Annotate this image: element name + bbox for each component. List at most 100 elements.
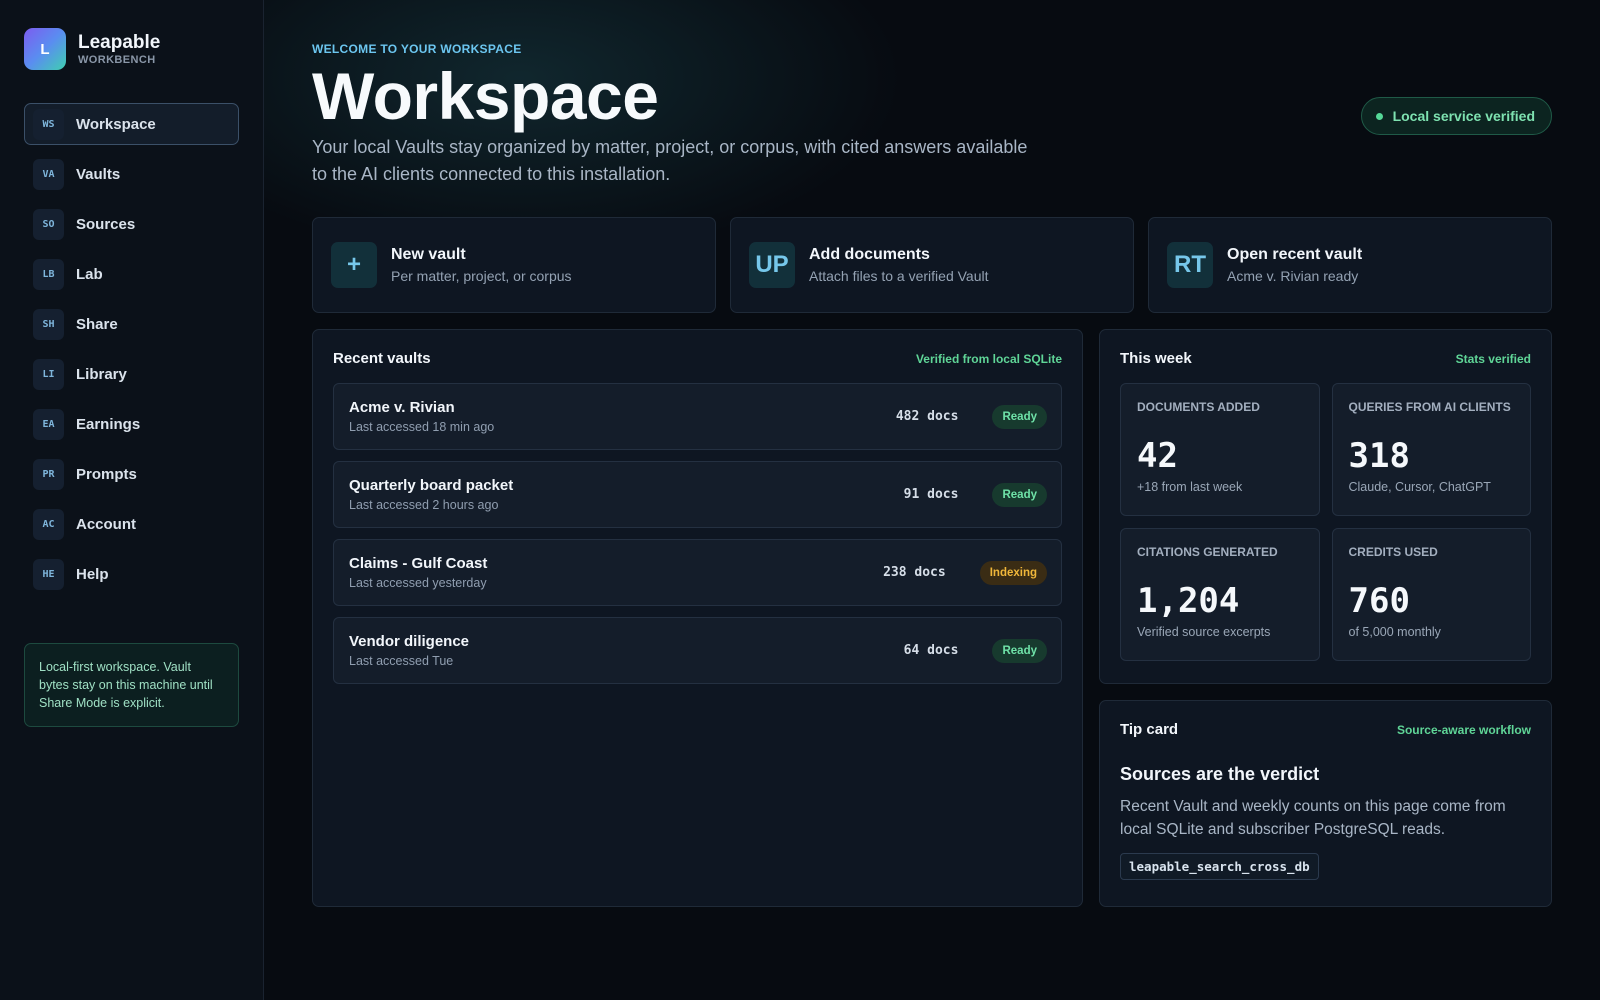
page-title: Workspace <box>312 59 659 133</box>
vault-name: Acme v. Rivian <box>349 399 455 416</box>
vault-name: Claims - Gulf Coast <box>349 555 488 572</box>
stat-documents-added: DOCUMENTS ADDED 42 +18 from last week <box>1120 383 1320 516</box>
stat-note: of 5,000 monthly <box>1348 625 1441 639</box>
sidebar-item-label: Earnings <box>76 415 141 433</box>
vault-row[interactable]: Acme v. Rivian Last accessed 18 min ago … <box>333 383 1062 450</box>
brand-subtitle: WORKBENCH <box>78 54 156 66</box>
vault-last-accessed: Last accessed 18 min ago <box>349 420 495 434</box>
brand[interactable]: L Leapable WORKBENCH <box>24 28 239 70</box>
stat-queries-from-ai-clients: QUERIES FROM AI CLIENTS 318 Claude, Curs… <box>1331 383 1531 516</box>
sidebar-item-account[interactable]: AC Account <box>24 503 239 545</box>
earnings-icon: EA <box>33 408 64 440</box>
weekly-stats-tag: Stats verified <box>1455 351 1531 366</box>
action-title: Add documents <box>809 246 930 263</box>
sidebar-item-label: Library <box>76 365 127 383</box>
stat-note: +18 from last week <box>1137 480 1243 494</box>
sources-icon: SO <box>33 208 64 240</box>
status-dot-icon <box>1375 112 1383 120</box>
status-badge: Ready <box>992 482 1047 507</box>
vault-row[interactable]: Quarterly board packet Last accessed 2 h… <box>333 461 1062 528</box>
tip-heading: Sources are the verdict <box>1120 764 1320 784</box>
sidebar-item-lab[interactable]: LB Lab <box>24 253 239 295</box>
vault-row[interactable]: Vendor diligence Last accessed Tue 64 do… <box>333 617 1062 684</box>
stat-label: QUERIES FROM AI CLIENTS <box>1348 400 1511 414</box>
page-eyebrow: WELCOME TO YOUR WORKSPACE <box>312 42 522 56</box>
weekly-stats-panel: This week Stats verified DOCUMENTS ADDED… <box>1099 329 1552 684</box>
sidebar-item-label: Prompts <box>76 465 137 483</box>
tip-body: Recent Vault and weekly counts on this p… <box>1120 798 1506 838</box>
sidebar-item-prompts[interactable]: PR Prompts <box>24 453 239 495</box>
sidebar-item-vaults[interactable]: VA Vaults <box>24 153 239 195</box>
vault-doc-count: 91 docs <box>903 487 959 502</box>
action-title: Open recent vault <box>1227 246 1363 263</box>
sidebar-nav: WS Workspace VA Vaults SO Sources LB Lab… <box>24 103 239 595</box>
sidebar-item-label: Workspace <box>76 115 156 133</box>
vault-row[interactable]: Claims - Gulf Coast Last accessed yester… <box>333 539 1062 606</box>
stat-credits-used: CREDITS USED 760 of 5,000 monthly <box>1331 528 1531 661</box>
sidebar-item-sources[interactable]: SO Sources <box>24 203 239 245</box>
status-badge: Indexing <box>979 560 1047 585</box>
sidebar-item-earnings[interactable]: EA Earnings <box>24 403 239 445</box>
sidebar-item-label: Help <box>76 565 109 583</box>
vault-name: Quarterly board packet <box>349 477 514 494</box>
sidebar-item-library[interactable]: LI Library <box>24 353 239 395</box>
stat-value: 1,204 <box>1137 581 1240 621</box>
vault-last-accessed: Last accessed 2 hours ago <box>349 498 499 512</box>
page-description: Your local Vaults stay organized by matt… <box>312 137 1028 184</box>
service-status-label: Local service verified <box>1392 108 1535 124</box>
stat-label: DOCUMENTS ADDED <box>1137 400 1260 414</box>
sidebar-item-share[interactable]: SH Share <box>24 303 239 345</box>
quick-actions: + New vault Per matter, project, or corp… <box>312 217 1552 313</box>
account-icon: AC <box>33 508 64 540</box>
sidebar-item-label: Share <box>76 315 118 333</box>
sidebar-item-label: Lab <box>76 265 103 283</box>
sidebar: L Leapable WORKBENCH WS Workspace VA Vau… <box>0 0 264 1000</box>
open-recent-vault-button[interactable]: RT Open recent vault Acme v. Rivian read… <box>1148 217 1552 313</box>
prompts-icon: PR <box>33 458 64 490</box>
stat-value: 42 <box>1137 436 1178 476</box>
main-content: WELCOME TO YOUR WORKSPACE Workspace Your… <box>312 0 1552 1000</box>
brand-logo: L <box>24 28 66 70</box>
vault-doc-count: 238 docs <box>883 565 946 580</box>
plus-icon: + <box>331 242 377 288</box>
tip-card-panel: Tip card Source-aware workflow Sources a… <box>1099 700 1552 907</box>
new-vault-button[interactable]: + New vault Per matter, project, or corp… <box>312 217 716 313</box>
recent-vaults-tag: Verified from local SQLite <box>915 351 1062 366</box>
stat-value: 760 <box>1348 581 1410 621</box>
status-badge: Ready <box>992 404 1047 429</box>
weekly-stats-title: This week <box>1120 350 1192 367</box>
action-title: New vault <box>391 246 466 263</box>
stat-citations-generated: CITATIONS GENERATED 1,204 Verified sourc… <box>1120 528 1320 661</box>
action-subtitle: Attach files to a verified Vault <box>809 268 989 284</box>
sidebar-item-label: Account <box>76 515 136 533</box>
tool-name-code: leapable_search_cross_db <box>1120 853 1319 880</box>
status-badge: Ready <box>992 638 1047 663</box>
recent-icon: RT <box>1167 242 1213 288</box>
sidebar-item-label: Sources <box>76 215 136 233</box>
sidebar-item-label: Vaults <box>76 165 121 183</box>
stat-label: CREDITS USED <box>1348 545 1438 559</box>
vault-doc-count: 64 docs <box>903 643 959 658</box>
stat-note: Verified source excerpts <box>1137 625 1271 639</box>
sidebar-item-help[interactable]: HE Help <box>24 553 239 595</box>
stat-label: CITATIONS GENERATED <box>1137 545 1278 559</box>
action-subtitle: Per matter, project, or corpus <box>391 268 572 284</box>
stat-note: Claude, Cursor, ChatGPT <box>1348 480 1491 494</box>
vaults-icon: VA <box>33 158 64 190</box>
recent-vaults-title: Recent vaults <box>333 350 431 367</box>
stat-value: 318 <box>1348 436 1410 476</box>
share-icon: SH <box>33 308 64 340</box>
workspace-icon: WS <box>33 108 64 140</box>
vault-last-accessed: Last accessed Tue <box>349 654 454 668</box>
add-documents-button[interactable]: UP Add documents Attach files to a verif… <box>730 217 1134 313</box>
vault-name: Vendor diligence <box>349 633 470 650</box>
brand-name: Leapable <box>78 32 161 53</box>
action-subtitle: Acme v. Rivian ready <box>1227 268 1359 284</box>
tip-card-title: Tip card <box>1120 721 1179 738</box>
help-icon: HE <box>33 558 64 590</box>
sidebar-item-workspace[interactable]: WS Workspace <box>24 103 239 145</box>
recent-vaults-panel: Recent vaults Verified from local SQLite… <box>312 329 1083 907</box>
service-status-badge: Local service verified <box>1360 97 1552 135</box>
vault-doc-count: 482 docs <box>895 409 959 424</box>
local-first-note: Local-first workspace. Vault bytes stay … <box>24 643 239 727</box>
